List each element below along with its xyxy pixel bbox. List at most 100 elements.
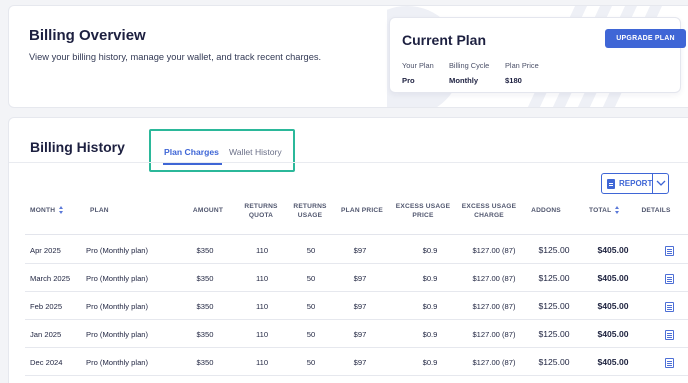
cell-returns-quota: 110 [255, 330, 269, 339]
plan-field-value: Monthly [449, 76, 479, 85]
cell-amount: $350 [196, 330, 214, 339]
table-row: Jan 2025 Pro (Monthly plan) $350 110 50 … [9, 320, 688, 348]
cell-excess-price: $0.9 [422, 330, 438, 339]
cell-addons: $125.00 [538, 357, 570, 367]
cell-plan: Pro (Monthly plan) [86, 302, 149, 311]
cell-addons: $125.00 [538, 329, 570, 339]
cell-month: Dec 2024 [30, 358, 63, 367]
cell-plan-price: $97 [353, 246, 367, 255]
receipt-icon[interactable] [665, 274, 674, 284]
current-plan-title: Current Plan [402, 32, 487, 48]
billing-history-title: Billing History [30, 139, 125, 155]
receipt-icon[interactable] [665, 302, 674, 312]
cell-excess-price: $0.9 [422, 358, 438, 367]
column-header-returns-usage: RETURNS USAGE [293, 203, 327, 219]
column-header-excess-usage-price: EXCESS USAGE PRICE [395, 203, 451, 219]
page-subtitle: View your billing history, manage your w… [29, 52, 322, 62]
cell-addons: $125.00 [538, 245, 570, 255]
cell-month: Feb 2025 [30, 302, 63, 311]
cell-amount: $350 [196, 274, 214, 283]
cell-excess-price: $0.9 [422, 302, 438, 311]
cell-addons: $125.00 [538, 301, 570, 311]
cell-returns-quota: 110 [255, 302, 269, 311]
cell-amount: $350 [196, 246, 214, 255]
cell-returns-quota: 110 [255, 274, 269, 283]
cell-returns-usage: 50 [306, 330, 316, 339]
column-header-month[interactable]: MONTH [30, 206, 64, 215]
column-header-plan-price: PLAN PRICE [341, 207, 383, 214]
cell-month: March 2025 [30, 274, 71, 283]
tab-plan-charges[interactable]: Plan Charges [164, 147, 219, 157]
upgrade-plan-button[interactable]: UPGRADE PLAN [605, 29, 686, 48]
cell-month: Jan 2025 [30, 330, 62, 339]
column-header-excess-usage-charge: EXCESS USAGE CHARGE [461, 203, 517, 219]
billing-history-card: Billing History Plan Charges Wallet Hist… [8, 117, 688, 383]
plan-field-value: Pro [402, 76, 415, 85]
column-header-addons: ADDONS [531, 207, 561, 214]
current-plan-card: Current Plan UPGRADE PLAN Your Plan Pro … [389, 17, 686, 93]
cell-plan-price: $97 [353, 358, 367, 367]
button-separator [652, 174, 653, 193]
cell-plan-price: $97 [353, 274, 367, 283]
cell-total: $405.00 [597, 245, 629, 255]
column-header-plan: PLAN [90, 207, 109, 214]
row-divider [25, 375, 688, 376]
plan-field-value: $180 [505, 76, 522, 85]
plan-field-label: Billing Cycle [449, 61, 490, 70]
cell-month: Apr 2025 [30, 246, 61, 255]
cell-returns-usage: 50 [306, 246, 316, 255]
cell-excess-price: $0.9 [422, 274, 438, 283]
plan-field-your-plan: Your Plan Pro [402, 61, 434, 85]
active-tab-indicator [163, 163, 222, 165]
receipt-icon[interactable] [665, 330, 674, 340]
sort-icon[interactable] [59, 206, 64, 215]
header-divider [25, 234, 688, 235]
tab-bar: Plan Charges Wallet History [149, 129, 295, 172]
cell-plan-price: $97 [353, 330, 367, 339]
cell-returns-quota: 110 [255, 358, 269, 367]
column-header-amount: AMOUNT [192, 207, 224, 214]
cell-excess-charge: $127.00 (87) [472, 358, 516, 367]
plan-field-plan-price: Plan Price $180 [505, 61, 539, 85]
cell-excess-price: $0.9 [422, 246, 438, 255]
cell-amount: $350 [196, 358, 214, 367]
table-row: March 2025 Pro (Monthly plan) $350 110 5… [9, 264, 688, 292]
document-icon [607, 179, 615, 189]
receipt-icon[interactable] [665, 358, 674, 368]
table-row: Apr 2025 Pro (Monthly plan) $350 110 50 … [9, 236, 688, 264]
receipt-icon[interactable] [665, 246, 674, 256]
cell-total: $405.00 [597, 273, 629, 283]
cell-returns-quota: 110 [255, 246, 269, 255]
cell-excess-charge: $127.00 (87) [472, 330, 516, 339]
table-row: Feb 2025 Pro (Monthly plan) $350 110 50 … [9, 292, 688, 320]
cell-excess-charge: $127.00 (87) [472, 302, 516, 311]
cell-excess-charge: $127.00 (87) [472, 246, 516, 255]
sort-icon[interactable] [615, 206, 620, 215]
report-label: REPORT [619, 179, 653, 188]
cell-total: $405.00 [597, 329, 629, 339]
plan-field-label: Plan Price [505, 61, 539, 70]
tab-wallet-history[interactable]: Wallet History [229, 147, 282, 157]
cell-plan: Pro (Monthly plan) [86, 246, 149, 255]
plan-field-label: Your Plan [402, 61, 434, 70]
divider [9, 162, 688, 163]
cell-total: $405.00 [597, 357, 629, 367]
plan-field-billing-cycle: Billing Cycle Monthly [449, 61, 489, 85]
cell-total: $405.00 [597, 301, 629, 311]
cell-plan: Pro (Monthly plan) [86, 330, 149, 339]
cell-excess-charge: $127.00 (87) [472, 274, 516, 283]
table-row: Dec 2024 Pro (Monthly plan) $350 110 50 … [9, 348, 688, 376]
column-header-total[interactable]: TOTAL [589, 206, 620, 215]
cell-addons: $125.00 [538, 273, 570, 283]
column-header-details: DETAILS [641, 207, 671, 214]
cell-amount: $350 [196, 302, 214, 311]
cell-plan-price: $97 [353, 302, 367, 311]
column-header-returns-quota: RETURNS QUOTA [244, 203, 278, 219]
cell-plan: Pro (Monthly plan) [86, 358, 149, 367]
cell-returns-usage: 50 [306, 274, 316, 283]
report-button[interactable]: REPORT [601, 173, 669, 194]
cell-returns-usage: 50 [306, 358, 316, 367]
chevron-down-icon[interactable] [655, 177, 667, 189]
cell-returns-usage: 50 [306, 302, 316, 311]
page-title: Billing Overview [29, 27, 146, 44]
